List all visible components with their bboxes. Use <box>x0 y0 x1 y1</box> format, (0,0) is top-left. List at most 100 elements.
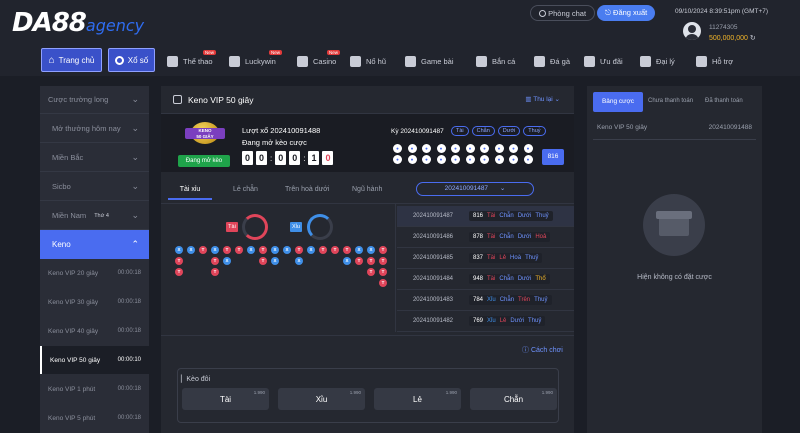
sidebar-item-mien-bac[interactable]: Miền Bắc ⌄ <box>40 144 149 172</box>
result-row[interactable]: 202410091482 769 Xỉu Lẻ Dưới Thuỷ <box>397 311 574 332</box>
result-row[interactable]: 202410091486 878 Tài Chẵn Dưới Hoả <box>397 227 574 248</box>
result-id: 202410091483 <box>412 297 454 303</box>
sidebar-item-mien-nam[interactable]: Miền Nam Thứ 4 ⌄ <box>40 202 149 230</box>
bead-tai: T <box>343 246 351 254</box>
bead-xiu: X <box>175 246 183 254</box>
draw-label: Lượt xổ 202410091488 <box>242 126 321 135</box>
gift-icon <box>584 55 595 67</box>
bead-tai: T <box>331 246 339 254</box>
result-sum: 878 <box>473 234 484 240</box>
sidebar-game-item[interactable]: Keno VIP 40 giây 00:00:18 <box>40 317 149 345</box>
logo[interactable]: DA88agency <box>12 8 144 38</box>
sidebar-item-keno[interactable]: Keno ⌃ <box>40 230 149 259</box>
bet-option-button[interactable]: Xỉu 1.990 <box>278 388 365 410</box>
tab-unsettled[interactable]: Chưa thanh toán <box>648 98 693 104</box>
support-icon <box>696 55 707 67</box>
sidebar-item-sicbo[interactable]: Sicbo ⌄ <box>40 173 149 201</box>
result-ball: ● <box>523 155 533 164</box>
bet-option-button[interactable]: Lẻ 1.990 <box>374 388 461 410</box>
chevron-down-icon: ⌄ <box>131 210 139 220</box>
nav-item-6[interactable]: Đá gà <box>534 46 570 76</box>
sidebar-label: Keno <box>52 240 71 249</box>
game-name: Keno VIP 1 phút <box>48 385 96 393</box>
sidebar-item-truong-long[interactable]: Cược trường long ⌄ <box>40 86 149 114</box>
bead-tai: T <box>175 257 183 265</box>
nav-item-1[interactable]: Luckywin New <box>229 46 283 76</box>
chevron-down-icon: ⌄ <box>499 185 506 192</box>
rules-link[interactable]: ⓘ Cách chơi <box>522 345 563 355</box>
result-row[interactable]: 202410091485 837 Tài Lẻ Hoà Thuỷ <box>397 248 574 269</box>
bet-option-button[interactable]: Chẵn 1.990 <box>470 388 557 410</box>
sidebar-label: Sicbo <box>52 182 71 191</box>
chevron-down-icon: ⌄ <box>131 123 139 133</box>
result-tag: Thuỷ <box>534 297 548 303</box>
nav-item-5[interactable]: Bắn cá <box>476 46 515 76</box>
tab-bet-slip[interactable]: Bảng cược <box>593 92 643 112</box>
result-row[interactable]: 202410091484 948 Tài Chẵn Dưới Thổ <box>397 269 574 290</box>
tab-settled[interactable]: Đã thanh toán <box>705 98 743 104</box>
period-select[interactable]: 202410091487 ⌄ <box>416 182 534 196</box>
bead-tai: T <box>367 268 375 276</box>
day-select[interactable]: Thứ 4 <box>94 213 109 219</box>
result-id: 202410091487 <box>412 213 454 219</box>
nav-item-3[interactable]: Nổ hũ <box>350 46 386 76</box>
result-tag: Lẻ <box>499 318 507 324</box>
bet-option-label: Xỉu <box>315 394 328 404</box>
bead-xiu: X <box>295 257 303 265</box>
nav-item-9[interactable]: Hỗ trợ <box>696 46 733 76</box>
nav-item-0[interactable]: Thể thao New <box>167 46 217 76</box>
nav-item-4[interactable]: Game bài <box>405 46 454 76</box>
result-sum: 769 <box>473 318 484 324</box>
result-tag: Xỉu <box>487 297 496 303</box>
nav-item-label: Đá gà <box>550 56 571 66</box>
prev-tag: Thuỷ <box>523 126 546 136</box>
tab-tren-hoa-duoi[interactable]: Trên hoà dưới <box>285 180 329 200</box>
sidebar-game-item[interactable]: Keno VIP 20 giây 00:00:18 <box>40 259 149 287</box>
nav-home[interactable]: ⌂ Trang chủ <box>41 48 102 72</box>
sidebar-item-today[interactable]: Mở thưởng hôm nay ⌄ <box>40 115 149 143</box>
game-panel: Keno VIP 50 giây ▥ Thu lại ⌄ KENO 50 GIÂY… <box>161 86 574 433</box>
nav-item-8[interactable]: Đại lý <box>640 46 675 76</box>
tab-le-chan[interactable]: Lẻ chẵn <box>233 180 258 200</box>
result-row[interactable]: 202410091487 816 Tài Chẵn Dưới Thuỷ <box>397 206 574 227</box>
top-header: DA88agency Phòng chat ⎋ Đăng xuất 09/10/… <box>0 0 800 46</box>
nav-lottery[interactable]: Xổ số <box>108 48 155 72</box>
refresh-icon[interactable]: ↻ <box>750 35 756 42</box>
collapse-button[interactable]: ▥ Thu lại ⌄ <box>525 95 560 103</box>
tab-ngu-hanh[interactable]: Ngũ hành <box>352 180 382 200</box>
result-ball: ● <box>407 155 417 164</box>
result-ball: ● <box>393 155 402 164</box>
nav-item-2[interactable]: Casino New <box>297 46 341 76</box>
result-sum: 784 <box>473 297 484 303</box>
bet-tabs: Tài xỉu Lẻ chẵn Trên hoà dưới Ngũ hành 2… <box>161 180 574 200</box>
logout-button[interactable]: ⎋ Đăng xuất <box>597 5 656 21</box>
open-status-badge: Đang mở kèo <box>178 155 230 167</box>
avatar[interactable] <box>683 22 701 40</box>
bead-tai: T <box>235 246 243 254</box>
sidebar-game-item[interactable]: Keno VIP 5 phút 00:00:18 <box>40 404 149 432</box>
nav-item-7[interactable]: Ưu đãi <box>584 46 623 76</box>
result-ball: ● <box>480 155 489 164</box>
result-ball: ● <box>436 155 446 164</box>
bead-xiu: X <box>211 246 219 254</box>
result-tag: Lẻ <box>499 255 507 261</box>
result-ball: ● <box>494 144 504 153</box>
bet-odd: 1.990 <box>445 390 457 395</box>
sidebar-game-item[interactable]: Keno VIP 50 giây 00:00:10 <box>40 346 149 374</box>
sidebar-game-item[interactable]: Keno VIP 30 giây 00:00:18 <box>40 288 149 316</box>
result-ball: ● <box>465 144 475 153</box>
nav-item-label: Thể thao <box>183 56 213 66</box>
bet-option-button[interactable]: Tài 1.990 <box>182 388 269 410</box>
bet-option-label: Tài <box>219 394 232 404</box>
result-tag: Dưới <box>517 234 532 240</box>
tab-tai-xiu[interactable]: Tài xỉu <box>168 180 212 200</box>
result-ball: ● <box>422 155 431 164</box>
luckywin-icon <box>229 55 240 67</box>
result-ball: ● <box>393 144 402 153</box>
bet-odd: 1.990 <box>349 390 361 395</box>
prev-draw-label: Kỳ 202410091487 <box>391 128 444 135</box>
result-row[interactable]: 202410091483 784 Xỉu Chẵn Trên Thuỷ <box>397 290 574 311</box>
sidebar-game-item[interactable]: Keno VIP 1 phút 00:00:18 <box>40 375 149 403</box>
chat-button[interactable]: Phòng chat <box>530 5 596 21</box>
bead-xiu: X <box>343 257 351 265</box>
